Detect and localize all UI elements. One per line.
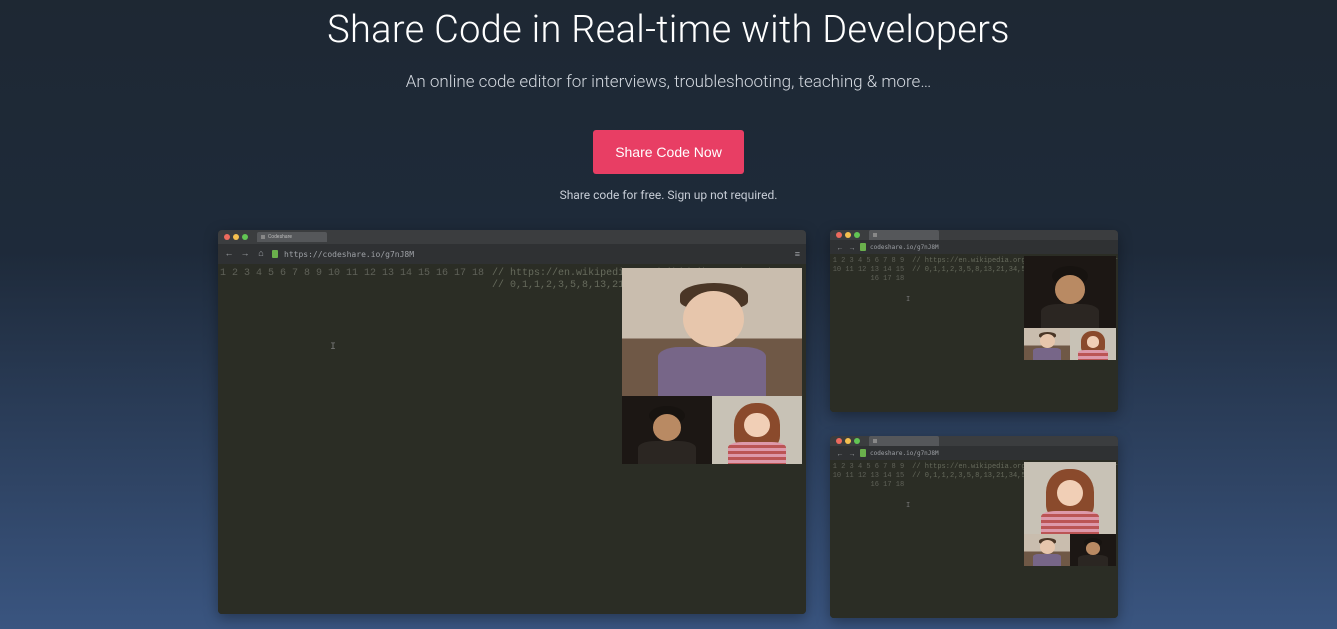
participant-video-thumb	[1070, 534, 1116, 566]
window-close-icon	[224, 234, 230, 240]
favicon-icon	[873, 439, 877, 443]
line-gutter: 1 2 3 4 5 6 7 8 9 10 11 12 13 14 15 16 1…	[218, 264, 486, 614]
code-editor: 1 2 3 4 5 6 7 8 9 10 11 12 13 14 15 16 1…	[830, 254, 1118, 412]
lock-icon	[860, 449, 866, 457]
address-url: codeshare.io/g7nJ8M	[870, 450, 939, 457]
forward-icon: →	[848, 449, 856, 457]
window-minimize-icon	[845, 438, 851, 444]
back-icon: ←	[836, 243, 844, 251]
back-icon: ←	[836, 449, 844, 457]
demo-window-small-bottom: ← → codeshare.io/g7nJ8M 1 2 3 4 5 6 7 8 …	[830, 436, 1118, 618]
demo-window-large: Codeshare ← → ⌂ https://codeshare.io/g7n…	[218, 230, 806, 614]
page-subhead: An online code editor for interviews, tr…	[0, 72, 1337, 92]
browser-address-bar: ← → codeshare.io/g7nJ8M	[830, 240, 1118, 254]
participant-video-main	[1024, 256, 1116, 328]
video-call-panel	[1024, 256, 1116, 360]
cta-note: Share code for free. Sign up not require…	[0, 188, 1337, 202]
window-zoom-icon	[854, 438, 860, 444]
window-minimize-icon	[233, 234, 239, 240]
window-minimize-icon	[845, 232, 851, 238]
participant-video-thumb	[712, 396, 802, 464]
page-headline: Share Code in Real-time with Developers	[0, 8, 1337, 52]
window-zoom-icon	[242, 234, 248, 240]
browser-tab	[869, 230, 939, 240]
screenshot-mocks: Codeshare ← → ⌂ https://codeshare.io/g7n…	[218, 230, 1118, 618]
address-url: codeshare.io/g7nJ8M	[870, 244, 939, 251]
browser-tabbar	[830, 436, 1118, 446]
text-cursor-icon: I	[906, 296, 912, 306]
participant-video-thumb	[1024, 534, 1070, 566]
window-close-icon	[836, 438, 842, 444]
text-cursor-icon: I	[330, 342, 336, 352]
code-editor: 1 2 3 4 5 6 7 8 9 10 11 12 13 14 15 16 1…	[218, 264, 806, 614]
line-gutter: 1 2 3 4 5 6 7 8 9 10 11 12 13 14 15 16 1…	[830, 254, 906, 412]
lock-icon	[860, 243, 866, 251]
address-url: https://codeshare.io/g7nJ8M	[284, 250, 414, 259]
participant-video-thumb	[1024, 328, 1070, 360]
share-code-now-button[interactable]: Share Code Now	[593, 130, 744, 174]
favicon-icon	[261, 235, 265, 239]
window-zoom-icon	[854, 232, 860, 238]
lock-icon	[272, 250, 278, 258]
participant-video-thumb	[1070, 328, 1116, 360]
back-icon: ←	[224, 249, 234, 259]
browser-tabbar: Codeshare	[218, 230, 806, 244]
hamburger-icon: ≡	[795, 249, 800, 260]
browser-tab	[869, 436, 939, 446]
browser-address-bar: ← → codeshare.io/g7nJ8M	[830, 446, 1118, 460]
video-call-panel	[622, 268, 802, 464]
video-call-panel	[1024, 462, 1116, 566]
forward-icon: →	[848, 243, 856, 251]
window-close-icon	[836, 232, 842, 238]
browser-tab: Codeshare	[257, 232, 327, 242]
favicon-icon	[873, 233, 877, 237]
home-icon: ⌂	[256, 249, 266, 259]
participant-video-main	[1024, 462, 1116, 534]
browser-tabbar	[830, 230, 1118, 240]
participant-video-thumb	[622, 396, 712, 464]
browser-address-bar: ← → ⌂ https://codeshare.io/g7nJ8M ≡	[218, 244, 806, 264]
line-gutter: 1 2 3 4 5 6 7 8 9 10 11 12 13 14 15 16 1…	[830, 460, 906, 618]
participant-video-main	[622, 268, 802, 396]
code-editor: 1 2 3 4 5 6 7 8 9 10 11 12 13 14 15 16 1…	[830, 460, 1118, 618]
demo-window-small-top: ← → codeshare.io/g7nJ8M 1 2 3 4 5 6 7 8 …	[830, 230, 1118, 412]
text-cursor-icon: I	[906, 502, 912, 512]
forward-icon: →	[240, 249, 250, 259]
